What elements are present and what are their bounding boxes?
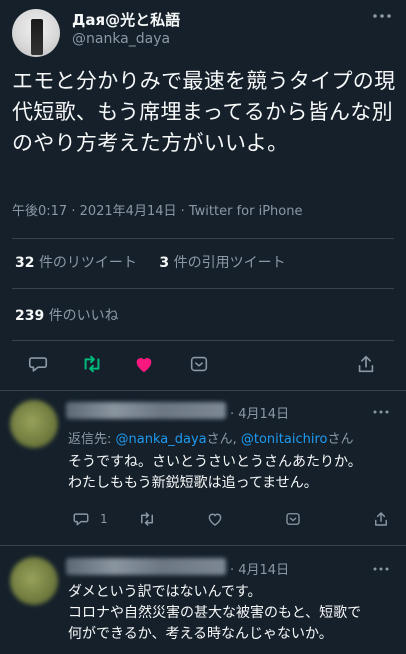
reply-icon[interactable] xyxy=(72,510,90,528)
quotes-link[interactable]: 3 件の引用ツイート xyxy=(159,255,285,271)
retweets-link[interactable]: 32 件のリツイート xyxy=(15,255,137,271)
reply-date[interactable]: · 4月14日 xyxy=(230,559,289,578)
retweet-icon[interactable] xyxy=(137,510,157,528)
reply-line: コロナや自然災害の甚大な被害のもと、短歌で xyxy=(68,605,362,621)
quotes-count: 3 xyxy=(159,255,170,271)
redacted-username xyxy=(66,558,226,575)
tweet-text: エモと分かりみで最速を競うタイプの現代短歌、もう席埋まってるから皆んな別のやり方… xyxy=(12,69,396,155)
share-icon[interactable] xyxy=(372,510,390,528)
retweet-stats-row: 32 件のリツイート 3 件の引用ツイート xyxy=(15,252,286,272)
like-icon[interactable] xyxy=(206,510,224,528)
bookmark-icon[interactable] xyxy=(284,510,302,528)
reply-count: 1 xyxy=(100,512,108,526)
author-display-name[interactable]: Дaя@光と私語 xyxy=(72,9,180,30)
reply-to-line: 返信先: @nanka_dayaさん, @tonitaichiroさん xyxy=(68,428,353,447)
retweets-count: 32 xyxy=(15,255,35,271)
share-icon[interactable] xyxy=(355,353,377,375)
san-suffix: さん xyxy=(327,432,354,447)
reply-line: ダメという訳ではないんです。 xyxy=(68,584,262,600)
more-icon[interactable] xyxy=(372,409,390,415)
likes-count: 239 xyxy=(15,308,45,324)
bookmark-icon[interactable] xyxy=(188,353,210,375)
reply-tweet[interactable]: · 4月14日 ダメという訳ではないんです。 コロナや自然災害の甚大な被害のもと… xyxy=(0,545,406,654)
tweet-timestamp[interactable]: 午後0:17 · 2021年4月14日 · Twitter for iPhone xyxy=(12,200,302,219)
reply-line: 何ができるか、考える時なんじゃないか。 xyxy=(68,626,333,642)
divider xyxy=(12,288,394,289)
san-suffix: さん, xyxy=(206,432,241,447)
retweet-icon[interactable] xyxy=(80,353,104,375)
divider xyxy=(12,238,394,239)
reply-icon[interactable] xyxy=(27,353,49,375)
reply-date[interactable]: · 4月14日 xyxy=(230,403,289,422)
reply-tweet[interactable]: · 4月14日 返信先: @nanka_dayaさん, @tonitaichir… xyxy=(0,390,406,540)
avatar-figure xyxy=(31,19,43,55)
reply-line: そうですね。さいとうさいとうさんあたりか。 xyxy=(68,454,362,470)
author-handle[interactable]: @nanka_daya xyxy=(72,31,170,47)
more-icon[interactable] xyxy=(372,566,390,572)
tweet-action-bar xyxy=(0,348,406,382)
divider xyxy=(12,340,394,341)
more-icon[interactable] xyxy=(372,12,392,20)
redacted-username xyxy=(66,402,226,419)
avatar[interactable] xyxy=(10,557,58,605)
reply-text: そうですね。さいとうさいとうさんあたりか。 わたしももう新鋭短歌は追ってません。 xyxy=(68,452,398,494)
mention-link[interactable]: @nanka_daya xyxy=(116,432,207,447)
reply-line: わたしももう新鋭短歌は追ってません。 xyxy=(68,475,318,491)
retweets-label: 件のリツイート xyxy=(38,255,137,271)
quotes-label: 件の引用ツイート xyxy=(173,255,286,271)
mention-link[interactable]: @tonitaichiro xyxy=(241,432,328,447)
likes-label: 件のいいね xyxy=(48,308,119,324)
author-avatar[interactable] xyxy=(12,9,60,57)
reply-to-prefix: 返信先: xyxy=(68,432,116,447)
reply-text: ダメという訳ではないんです。 コロナや自然災害の甚大な被害のもと、短歌で 何がで… xyxy=(68,582,398,645)
tweet-header: Дaя@光と私語 @nanka_daya xyxy=(0,0,406,60)
likes-stats-row[interactable]: 239 件のいいね xyxy=(15,305,119,325)
like-icon[interactable] xyxy=(133,353,155,375)
avatar[interactable] xyxy=(10,400,58,448)
